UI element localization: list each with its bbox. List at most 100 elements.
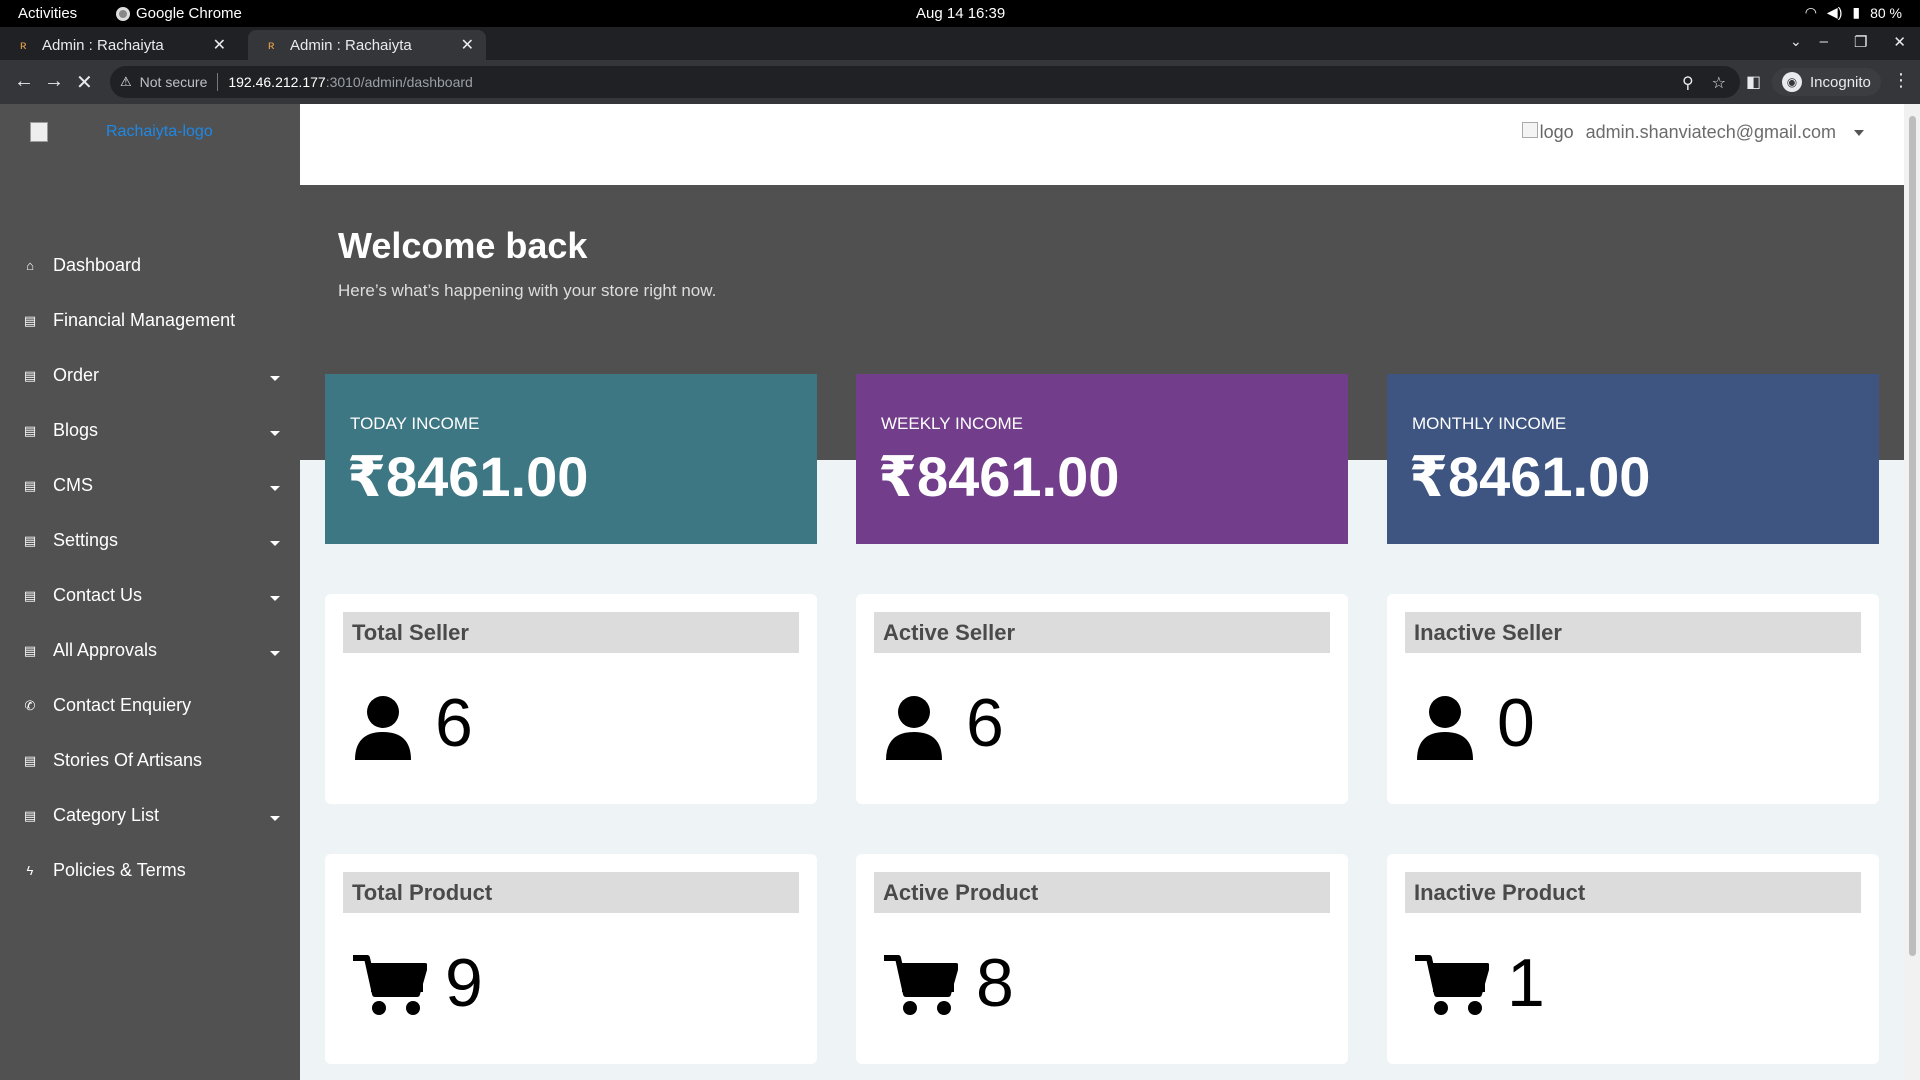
sidebar-item-all-approvals[interactable]: ▤ All Approvals bbox=[0, 623, 300, 678]
user-menu[interactable]: logo admin.shanviatech@gmail.com bbox=[1521, 122, 1864, 143]
sidebar-item-label: Category List bbox=[53, 805, 160, 825]
sidebar-item-financial-management[interactable]: ▤ Financial Management bbox=[0, 293, 300, 348]
page-title: Welcome back bbox=[338, 225, 588, 266]
page-scrollbar[interactable] bbox=[1904, 104, 1920, 1080]
caret-down-icon[interactable] bbox=[270, 596, 280, 601]
window-controls: – ❐ ✕ bbox=[1820, 33, 1906, 51]
home-icon: ⌂ bbox=[26, 258, 34, 273]
sidebar-item-stories-of-artisans[interactable]: ▤ Stories Of Artisans bbox=[0, 733, 300, 788]
cart-icon bbox=[1415, 954, 1490, 1021]
favicon-icon: ʀ bbox=[268, 38, 275, 52]
tab-strip: ʀ Admin : Rachaiyta ✕ ʀ Admin : Rachaiyt… bbox=[0, 27, 1920, 82]
close-window-icon[interactable]: ✕ bbox=[1893, 33, 1906, 51]
income-label: WEEKLY INCOME bbox=[881, 414, 1024, 433]
clock[interactable]: Aug 14 16:39 bbox=[916, 5, 1005, 22]
logo-alt-text: Rachaiyta-logo bbox=[106, 123, 213, 140]
user-email[interactable]: admin.shanviatech@gmail.com bbox=[1586, 122, 1836, 143]
sidebar-item-cms[interactable]: ▤ CMS bbox=[0, 458, 300, 513]
minimize-icon[interactable]: – bbox=[1820, 33, 1828, 51]
list-icon: ▤ bbox=[23, 367, 37, 383]
incognito-icon: ◉ bbox=[1782, 72, 1802, 92]
stat-card: Total Seller 6 bbox=[325, 594, 817, 804]
user-icon bbox=[884, 694, 944, 765]
sidebar: Rachaiyta-logo ⌂ Dashboard ▤ Financial Mana… bbox=[0, 104, 300, 1080]
caret-down-icon[interactable] bbox=[270, 431, 280, 436]
close-tab-icon[interactable]: ✕ bbox=[461, 35, 474, 55]
tab-search-chevron-icon[interactable]: ⌄ bbox=[1790, 33, 1802, 50]
caret-down-icon[interactable] bbox=[270, 376, 280, 381]
list-icon: ▤ bbox=[23, 532, 37, 548]
sidebar-item-label: CMS bbox=[53, 475, 93, 495]
forward-arrow-icon[interactable]: → bbox=[44, 70, 64, 93]
page-viewport: Rachaiyta-logo ⌂ Dashboard ▤ Financial Mana… bbox=[0, 104, 1920, 1080]
back-arrow-icon[interactable]: ← bbox=[14, 70, 34, 93]
phone-icon: ✆ bbox=[24, 697, 36, 713]
avatar-alt-text: logo bbox=[1539, 122, 1574, 142]
activities-button[interactable]: Activities bbox=[18, 5, 77, 22]
stat-value: 6 bbox=[435, 685, 473, 761]
stat-title: Inactive Seller bbox=[1405, 612, 1861, 653]
side-panel-icon[interactable]: ◧ bbox=[1746, 72, 1761, 92]
browser-tab-1[interactable]: ʀ Admin : Rachaiyta ✕ bbox=[0, 30, 238, 60]
brand-logo[interactable]: Rachaiyta-logo bbox=[30, 122, 213, 142]
more-menu-icon[interactable]: ⋮ bbox=[1892, 70, 1910, 91]
sidebar-item-label: Stories Of Artisans bbox=[53, 750, 203, 770]
user-avatar: logo bbox=[1521, 122, 1574, 143]
income-label: MONTHLY INCOME bbox=[1412, 414, 1567, 433]
list-icon: ▤ bbox=[23, 807, 37, 823]
sidebar-item-label: Blogs bbox=[53, 420, 99, 440]
caret-down-icon[interactable] bbox=[270, 816, 280, 821]
income-amount: ₹8461.00 bbox=[347, 445, 589, 508]
stat-card: Total Product 9 bbox=[325, 854, 817, 1064]
chevron-down-icon[interactable] bbox=[1854, 129, 1864, 136]
sidebar-item-category-list[interactable]: ▤ Category List bbox=[0, 788, 300, 843]
top-header: logo admin.shanviatech@gmail.com bbox=[300, 104, 1904, 185]
cart-icon bbox=[884, 954, 959, 1021]
caret-down-icon[interactable] bbox=[270, 486, 280, 491]
scrollbar-thumb[interactable] bbox=[1909, 116, 1916, 956]
cart-icon bbox=[353, 954, 428, 1021]
caret-down-icon[interactable] bbox=[270, 541, 280, 546]
sidebar-item-contact-us[interactable]: ▤ Contact Us bbox=[0, 568, 300, 623]
address-bar[interactable]: ⚠ Not secure 192.46.212.177 :3010/admin/… bbox=[110, 66, 1740, 98]
stop-loading-icon[interactable]: ✕ bbox=[76, 70, 93, 95]
warning-icon[interactable]: ⚠ bbox=[120, 74, 132, 90]
app-menu[interactable]: Google Chrome bbox=[116, 5, 242, 22]
sidebar-item-blogs[interactable]: ▤ Blogs bbox=[0, 403, 300, 458]
security-label[interactable]: Not secure bbox=[140, 74, 208, 90]
income-card: MONTHLY INCOME ₹8461.00 bbox=[1387, 374, 1879, 544]
close-tab-icon[interactable]: ✕ bbox=[213, 35, 226, 55]
list-icon: ▤ bbox=[23, 752, 37, 768]
sidebar-item-policies-terms[interactable]: ϟ Policies & Terms bbox=[0, 843, 300, 898]
sidebar-item-dashboard[interactable]: ⌂ Dashboard bbox=[0, 238, 300, 293]
income-amount: ₹8461.00 bbox=[1409, 445, 1651, 508]
sidebar-item-label: Policies & Terms bbox=[53, 860, 186, 880]
stat-card: Inactive Product 1 bbox=[1387, 854, 1879, 1064]
stat-title: Inactive Product bbox=[1405, 872, 1861, 913]
income-label: TODAY INCOME bbox=[350, 414, 480, 433]
sidebar-item-contact-enquiery[interactable]: ✆ Contact Enquiery bbox=[0, 678, 300, 733]
zoom-icon[interactable]: ⚲ bbox=[1682, 73, 1694, 93]
user-icon bbox=[353, 694, 413, 765]
incognito-badge[interactable]: ◉ Incognito bbox=[1772, 68, 1881, 96]
system-tray[interactable]: ◠ ◀) ▮ 80 % bbox=[1805, 4, 1902, 21]
sidebar-item-settings[interactable]: ▤ Settings bbox=[0, 513, 300, 568]
sidebar-item-label: Settings bbox=[53, 530, 119, 550]
stat-value: 1 bbox=[1507, 945, 1545, 1021]
caret-down-icon[interactable] bbox=[270, 651, 280, 656]
sidebar-item-label: All Approvals bbox=[53, 640, 158, 660]
list-icon: ▤ bbox=[23, 587, 37, 603]
user-icon bbox=[1415, 694, 1475, 765]
tab-title: Admin : Rachaiyta bbox=[290, 36, 412, 54]
sidebar-item-order[interactable]: ▤ Order bbox=[0, 348, 300, 403]
stat-card: Inactive Seller 0 bbox=[1387, 594, 1879, 804]
broken-image-icon bbox=[30, 122, 48, 142]
list-icon: ▤ bbox=[23, 642, 37, 658]
browser-tab-2[interactable]: ʀ Admin : Rachaiyta ✕ bbox=[248, 30, 486, 60]
maximize-icon[interactable]: ❐ bbox=[1854, 33, 1867, 51]
page-subtitle: Here’s what’s happening with your store … bbox=[338, 281, 717, 300]
sidebar-item-label: Contact Enquiery bbox=[53, 695, 192, 715]
stat-value: 6 bbox=[966, 685, 1004, 761]
bookmark-star-icon[interactable]: ☆ bbox=[1712, 73, 1726, 93]
broken-image-icon bbox=[1521, 122, 1538, 138]
